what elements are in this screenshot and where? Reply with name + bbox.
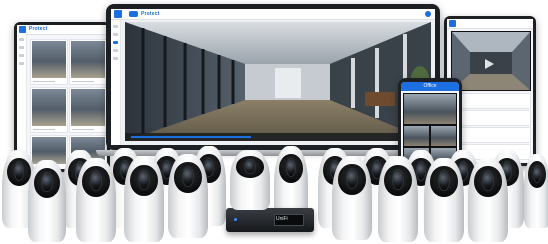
status-led-icon — [234, 218, 237, 221]
card-caption — [33, 129, 55, 130]
laptop-screen: Protect — [111, 9, 435, 145]
sidebar-dot — [19, 46, 24, 49]
camera-icon — [393, 169, 403, 189]
card-caption — [72, 81, 94, 82]
camera-device — [230, 150, 270, 210]
list-row — [451, 93, 531, 109]
camera-live-tile — [430, 125, 457, 147]
sidebar-dot — [113, 33, 118, 36]
camera-live-tile — [403, 125, 430, 147]
camera-icon — [245, 159, 255, 173]
left-tablet-sidebar — [17, 34, 27, 169]
card-caption — [33, 81, 55, 82]
camera-device — [124, 156, 164, 242]
camera-icon — [139, 169, 149, 189]
unifi-protect-logo-icon — [129, 11, 138, 17]
network-video-recorder: UniFi — [226, 208, 314, 232]
left-tablet-topbar: Protect — [17, 25, 107, 35]
camera-device — [378, 156, 418, 242]
camera-icon — [14, 162, 24, 180]
camera-icon — [439, 171, 449, 190]
list-row — [451, 127, 531, 143]
phone-header: Office — [401, 82, 459, 91]
ubiquiti-logo-icon — [19, 26, 26, 33]
list-row — [451, 110, 531, 126]
camera-icon — [347, 169, 357, 188]
sidebar-dot — [113, 25, 118, 28]
camera-icon — [483, 171, 493, 190]
sidebar-dot — [113, 49, 118, 52]
camera-card — [69, 39, 107, 85]
recorder-label: UniFi — [276, 216, 288, 222]
sidebar-dot — [19, 54, 24, 57]
camera-device — [332, 156, 372, 240]
camera-icon — [91, 171, 101, 190]
camera-thumbnail — [71, 41, 105, 78]
camera-thumbnail — [32, 89, 66, 126]
camera-card — [69, 87, 107, 133]
sidebar-dot — [19, 38, 24, 41]
camera-icon — [42, 173, 52, 192]
laptop-sidebar — [111, 20, 121, 145]
ubiquiti-logo-icon — [449, 20, 456, 27]
product-hero-image: Protect Protect Office UniFi — [0, 0, 548, 244]
office-corridor-svg — [125, 22, 431, 141]
office-view-svg — [452, 32, 530, 90]
sidebar-dot — [19, 62, 24, 65]
camera-live-tile — [451, 31, 531, 91]
sidebar-dot — [113, 41, 118, 44]
camera-thumbnail — [71, 89, 105, 126]
camera-device — [168, 154, 208, 238]
camera-thumbnail — [32, 41, 66, 78]
camera-device — [28, 160, 66, 242]
left-tablet-screen: Protect — [17, 25, 107, 169]
camera-device — [524, 154, 548, 228]
camera-device — [468, 158, 508, 242]
sidebar-dot — [113, 57, 118, 60]
camera-icon — [183, 167, 193, 186]
right-tablet-topbar — [447, 19, 533, 29]
ubiquiti-logo-icon — [114, 10, 122, 18]
camera-live-view — [125, 22, 431, 141]
laptop-brand: Protect — [141, 11, 160, 17]
camera-card — [30, 87, 68, 133]
left-tablet-brand: Protect — [29, 26, 48, 32]
laptop-topbar: Protect — [111, 9, 435, 20]
camera-device — [76, 158, 116, 242]
card-caption — [72, 129, 94, 130]
camera-live-tile — [403, 93, 457, 125]
camera-device — [424, 158, 464, 242]
user-avatar — [425, 11, 431, 17]
camera-card — [30, 39, 68, 85]
laptop-display: Protect — [106, 4, 440, 150]
phone-header-title: Office — [423, 83, 437, 89]
